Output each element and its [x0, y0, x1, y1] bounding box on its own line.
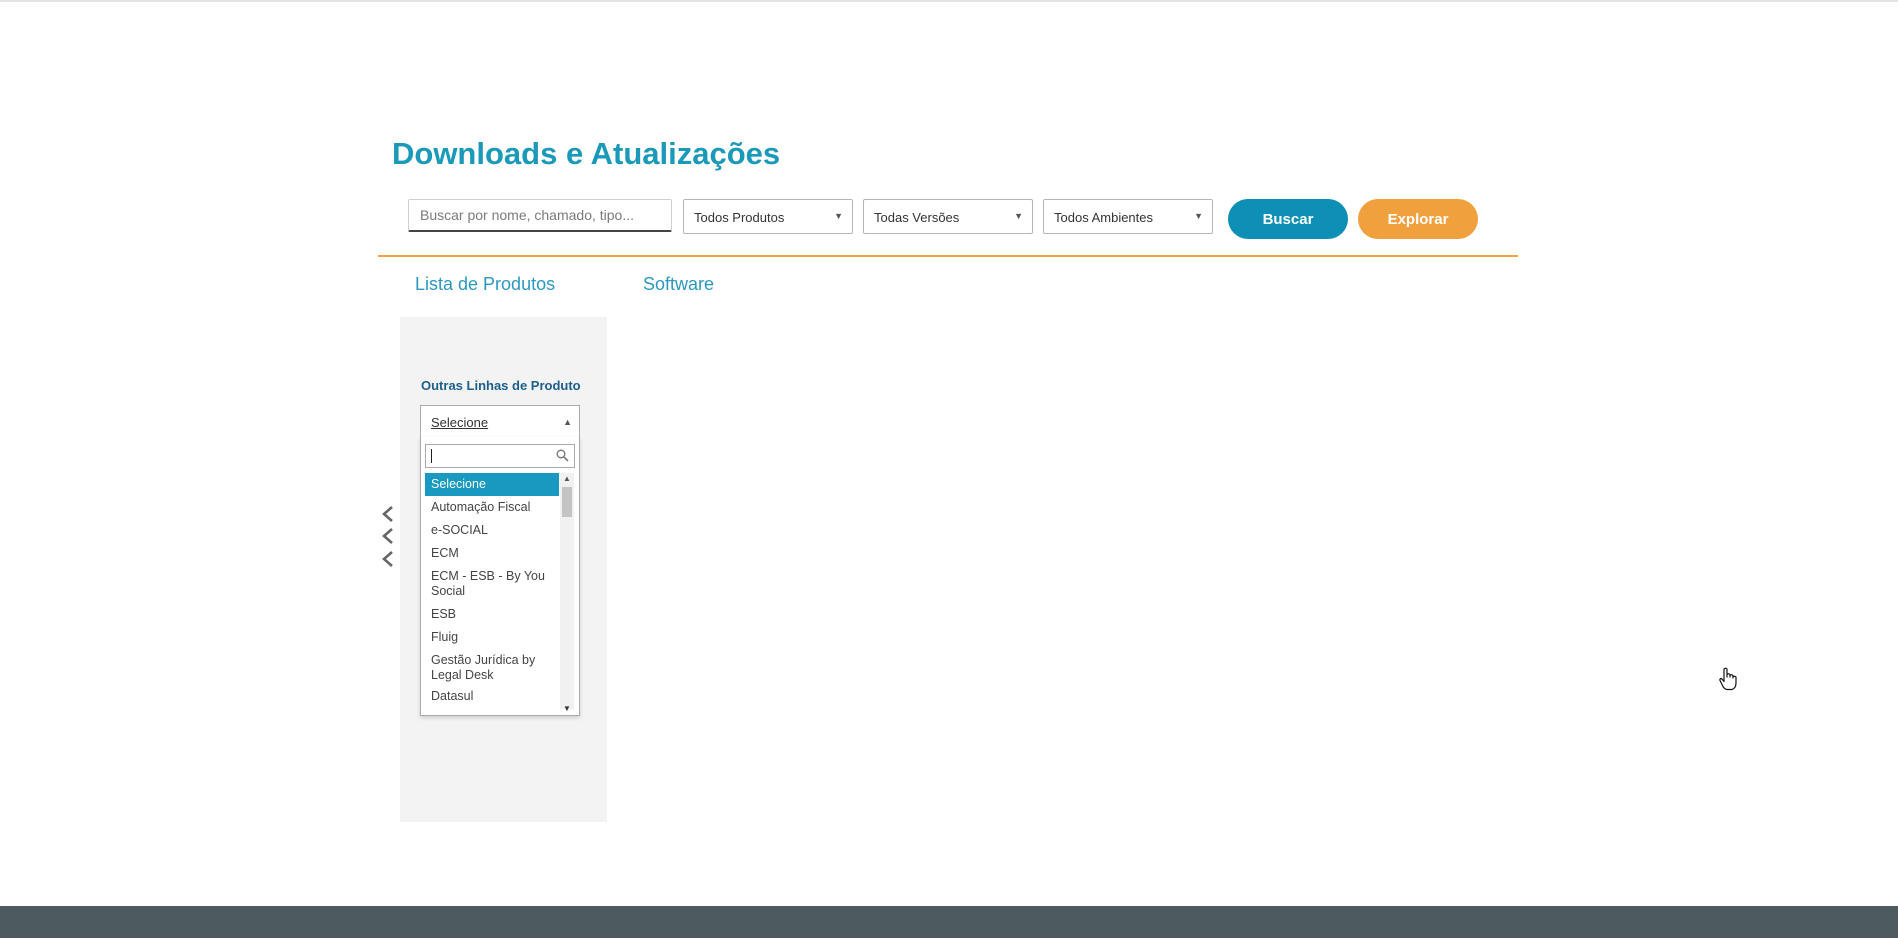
dropdown-option[interactable]: ECM - ESB - By You Social [425, 565, 559, 603]
dropdown-option[interactable]: Datasul [425, 687, 559, 708]
chevron-down-icon: ▼ [834, 211, 843, 221]
dropdown-option[interactable]: ESB [425, 603, 559, 626]
products-select[interactable]: Todos Produtos ▼ [683, 199, 853, 234]
chevron-left-icon[interactable] [380, 505, 396, 523]
dropdown-option[interactable]: Gestão Jurídica by Legal Desk [425, 649, 559, 687]
text-caret [431, 449, 432, 463]
dropdown-option[interactable]: ECM [425, 542, 559, 565]
search-input[interactable] [408, 199, 672, 232]
explore-button[interactable]: Explorar [1358, 199, 1478, 239]
chevron-down-icon: ▼ [1014, 211, 1023, 221]
dropdown-options-list: Selecione Automação Fiscal e-SOCIAL ECM … [425, 473, 559, 715]
environments-select-value: Todos Ambientes [1054, 210, 1154, 225]
hand-pointer-icon [1719, 667, 1737, 691]
top-divider [0, 0, 1898, 2]
tab-software[interactable]: Software [643, 274, 714, 295]
dropdown-option[interactable]: Automação Fiscal [425, 496, 559, 519]
dropdown-search-input[interactable] [425, 444, 575, 468]
chevron-down-icon: ▼ [1194, 211, 1203, 221]
product-line-dropdown[interactable]: Selecione ▲ [420, 405, 580, 438]
dropdown-option[interactable]: Fluig [425, 626, 559, 649]
dropdown-selected-value: Selecione [431, 415, 489, 430]
header-divider [378, 255, 1518, 257]
scrollbar-thumb[interactable] [562, 487, 572, 517]
page-title: Downloads e Atualizações [392, 136, 781, 171]
dropdown-option[interactable]: e-SOCIAL [425, 519, 559, 542]
page: Downloads e Atualizações Todos Produtos … [0, 0, 1898, 938]
search-button[interactable]: Buscar [1228, 199, 1348, 239]
footer-bar [0, 906, 1898, 938]
dropdown-scrollbar[interactable]: ▲ ▼ [560, 473, 574, 713]
tab-product-list[interactable]: Lista de Produtos [415, 274, 555, 295]
dropdown-options-panel: Selecione Automação Fiscal e-SOCIAL ECM … [420, 437, 580, 716]
environments-select[interactable]: Todos Ambientes ▼ [1043, 199, 1213, 234]
dropdown-option[interactable]: Selecione [425, 473, 559, 496]
scroll-up-arrow-icon[interactable]: ▲ [563, 474, 571, 483]
versions-select[interactable]: Todas Versões ▼ [863, 199, 1033, 234]
versions-select-value: Todas Versões [874, 210, 960, 225]
scroll-down-arrow-icon[interactable]: ▼ [563, 704, 571, 713]
chevron-left-icon[interactable] [380, 527, 396, 545]
chevron-up-icon: ▲ [563, 417, 572, 427]
search-icon [556, 449, 569, 462]
products-select-value: Todos Produtos [694, 210, 785, 225]
chevron-left-icon[interactable] [380, 550, 396, 568]
sidebar-title: Outras Linhas de Produto [421, 378, 581, 393]
